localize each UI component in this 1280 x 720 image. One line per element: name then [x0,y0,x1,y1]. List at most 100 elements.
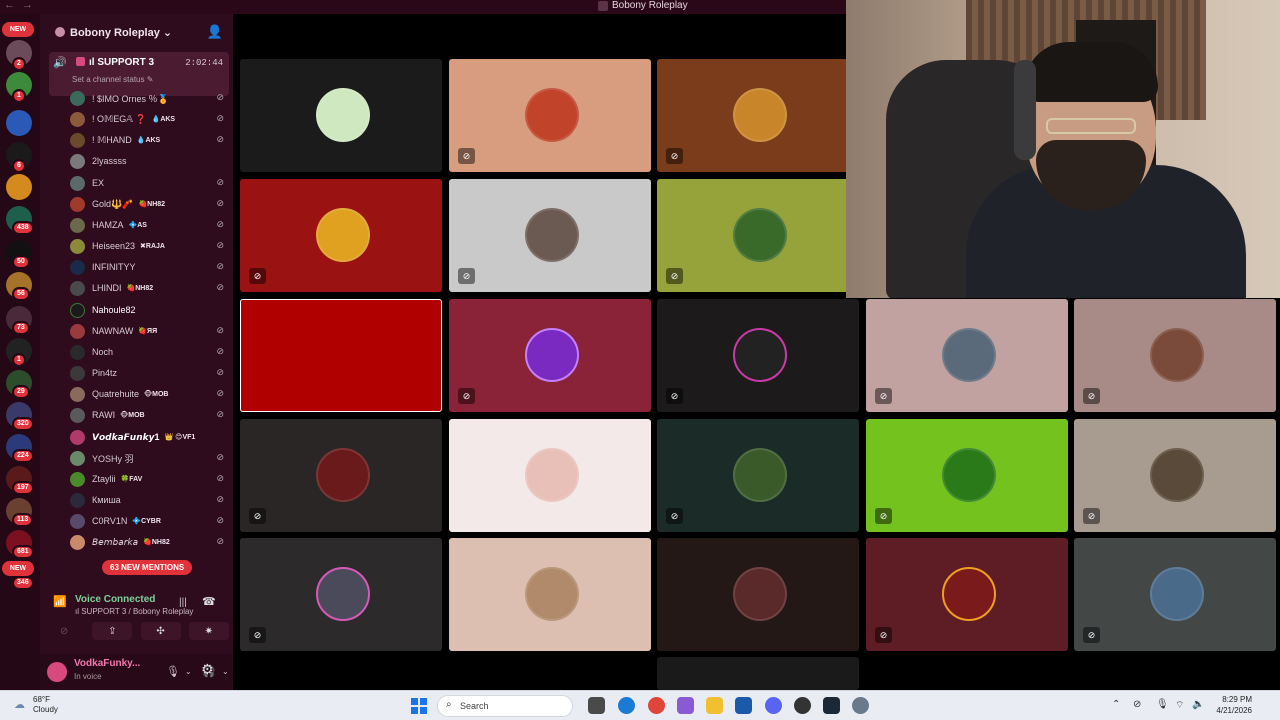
participant-tile[interactable]: ⊘ [657,59,859,172]
participant-tile[interactable]: ⊘ [657,299,859,412]
chrome-icon[interactable] [648,697,665,714]
glasses [1046,118,1136,134]
channel-tag-icon [76,57,85,66]
voice-user[interactable]: Noch ⊘ [70,342,230,362]
server-rail: NEW 2 1 6 438 50 56 73 1 29 320 224 197 … [0,14,40,690]
back-forward-arrows[interactable]: ← → [4,0,35,11]
task-view-icon[interactable] [588,697,605,714]
participant-tile[interactable]: ⊘ [240,419,442,532]
avatar[interactable] [47,662,67,682]
participant-tile[interactable]: ⊘ [449,299,651,412]
signal-icon[interactable]: 📶 [53,595,67,608]
server-icon-3[interactable] [6,110,32,136]
settings-gear-icon[interactable]: ⚙ [201,661,214,678]
voice-connected-label[interactable]: Voice Connected [75,594,155,605]
chevron-up-icon[interactable]: ⌃ [1112,699,1120,710]
server-badge: 50 [12,255,30,269]
new-pill-top[interactable]: NEW [2,22,34,37]
voice-user[interactable]: Gold🔱🧨 🍓NH82 ⊘ [70,194,230,214]
wifi-icon[interactable]: ⌔ [1175,699,1184,712]
voice-user[interactable]: ! 𝕄HAND 💧AKS ⊘ [70,130,230,150]
streamer-webcam [846,0,1280,298]
chevron-down-icon[interactable]: ⌄ [222,667,229,676]
avatar [70,238,85,254]
participant-tile[interactable]: ⊘ [866,299,1068,412]
voice-user[interactable]: ! O𝕄EG𝔸 ❓ 💧AKS ⊘ [70,109,230,129]
muted-mic-icon: ⊘ [875,508,892,524]
settings-icon[interactable] [852,697,869,714]
muted-mic-icon: ⊘ [216,282,224,292]
chevron-down-icon[interactable]: ⌄ [185,667,192,676]
voice-user[interactable]: EX ⊘ [70,173,230,193]
participant-tile[interactable]: ⊘ [1074,299,1276,412]
new-mentions-pill[interactable]: 63 NEW MENTIONS [102,560,193,575]
store-icon[interactable] [735,697,752,714]
voice-user[interactable]: 𝙑𝙤𝙙𝙠𝙖𝙁𝙪𝙣𝙠𝙮1 👑 😊VF1 [70,427,230,447]
voice-user[interactable]: Кмиша ⊘ [70,490,230,510]
voice-user[interactable]: NAWNAW 🍓ЯЯ ⊘ [70,321,230,341]
disconnect-icon[interactable]: ☎ [202,595,216,608]
voice-user[interactable]: HAMZA 💠AS ⊘ [70,215,230,235]
voice-user[interactable]: Heiseen23 ✖RAJA ⊘ [70,236,230,256]
participant-tile[interactable] [657,538,859,651]
participant-tile[interactable] [449,538,651,651]
voice-user[interactable]: LHINDI 🍓NH82 ⊘ [70,278,230,298]
participant-tile[interactable]: ⊘ [866,419,1068,532]
soundboard-icon[interactable]: ✷ [188,622,229,640]
new-pill-bottom[interactable]: NEW [2,561,34,576]
steam-icon[interactable] [823,697,840,714]
server-badge: 56 [12,287,30,301]
participant-tile[interactable] [449,419,651,532]
participant-tile-selected[interactable] [240,299,442,412]
voice-user[interactable]: Nahoule82 [70,300,230,320]
file-explorer-icon[interactable] [706,697,723,714]
weather-widget[interactable]: 68°F Cloudy [33,695,58,715]
taskbar-search[interactable]: ⌕ Search [437,695,573,717]
muted-mic-icon: ⊘ [216,113,224,123]
obs-icon[interactable] [794,697,811,714]
voice-user[interactable]: 𝘉𝘦𝘮𝘣𝘢𝘳𝘬𝘢 🍓NH82 ⊘ [70,532,230,552]
participant-tile[interactable]: ⊘ [657,419,859,532]
taskbar-clock[interactable]: 8:29 PM 4/21/2026 [1210,694,1252,716]
server-header[interactable]: Bobony Roleplay ⌄ 👤 [40,14,233,50]
participant-tile[interactable]: ⊘ [866,538,1068,651]
screen-share-icon[interactable]: ⇪ [92,622,133,640]
avatar [70,407,85,423]
copilot-icon[interactable] [677,697,694,714]
voice-user[interactable]: YOSHy 羽 ⊘ [70,448,230,468]
participant-tile[interactable] [240,59,442,172]
microphone-icon[interactable]: 🎙 [166,665,180,678]
participant-tile[interactable]: ⊘ [657,179,859,292]
voice-user[interactable]: Pin4tz ⊘ [70,363,230,383]
voice-user[interactable]: Quatrehuite 🐵MOB ⊘ [70,384,230,404]
participant-tile[interactable]: ⊘ [449,179,651,292]
channel-status-prompt[interactable]: Set a channel status ✎ [72,75,153,84]
edge-icon[interactable] [618,697,635,714]
participant-tile[interactable] [657,657,859,690]
participant-tile[interactable]: ⊘ [1074,538,1276,651]
muted-mic-icon: ⊘ [216,198,224,208]
muted-mic-icon: ⊘ [216,325,224,335]
camera-icon[interactable]: ⊘ [44,622,84,640]
participant-tile[interactable]: ⊘ [240,538,442,651]
voice-user[interactable]: 2lyassss [70,151,230,171]
participant-tile[interactable]: ⊘ [240,179,442,292]
voice-user[interactable]: RAWI 🐵MOB ⊘ [70,405,230,425]
participant-tile[interactable]: ⊘ [449,59,651,172]
voice-connected-channel[interactable]: ıl SUPPORT 3 / Bobony Roleplay [75,607,193,616]
mic-tray-icon[interactable]: 🎙 [1156,699,1169,710]
voice-user[interactable]: C0RV1N 💠CYBR ⊘ [70,511,230,531]
activities-icon[interactable]: ✣ [140,622,181,640]
server-icon-5[interactable] [6,174,32,200]
voice-user[interactable]: ! $IMO Ornes ％🏅 ⊘ [70,88,230,108]
volume-icon[interactable]: 🔈 [1192,699,1204,710]
discord-icon[interactable] [765,697,782,714]
network-off-icon[interactable]: ⊘ [1133,699,1141,710]
participant-tile[interactable]: ⊘ [1074,419,1276,532]
voice-user[interactable]: Ztaylii 🍀FAV ⊘ [70,469,230,489]
voice-user[interactable]: INFINITYY ⊘ [70,257,230,277]
start-icon[interactable] [411,698,427,714]
noise-suppression-icon[interactable]: ||| [179,597,187,608]
add-user-icon[interactable]: 👤 [207,24,223,40]
current-username[interactable]: VodkaFunky... [74,658,140,669]
